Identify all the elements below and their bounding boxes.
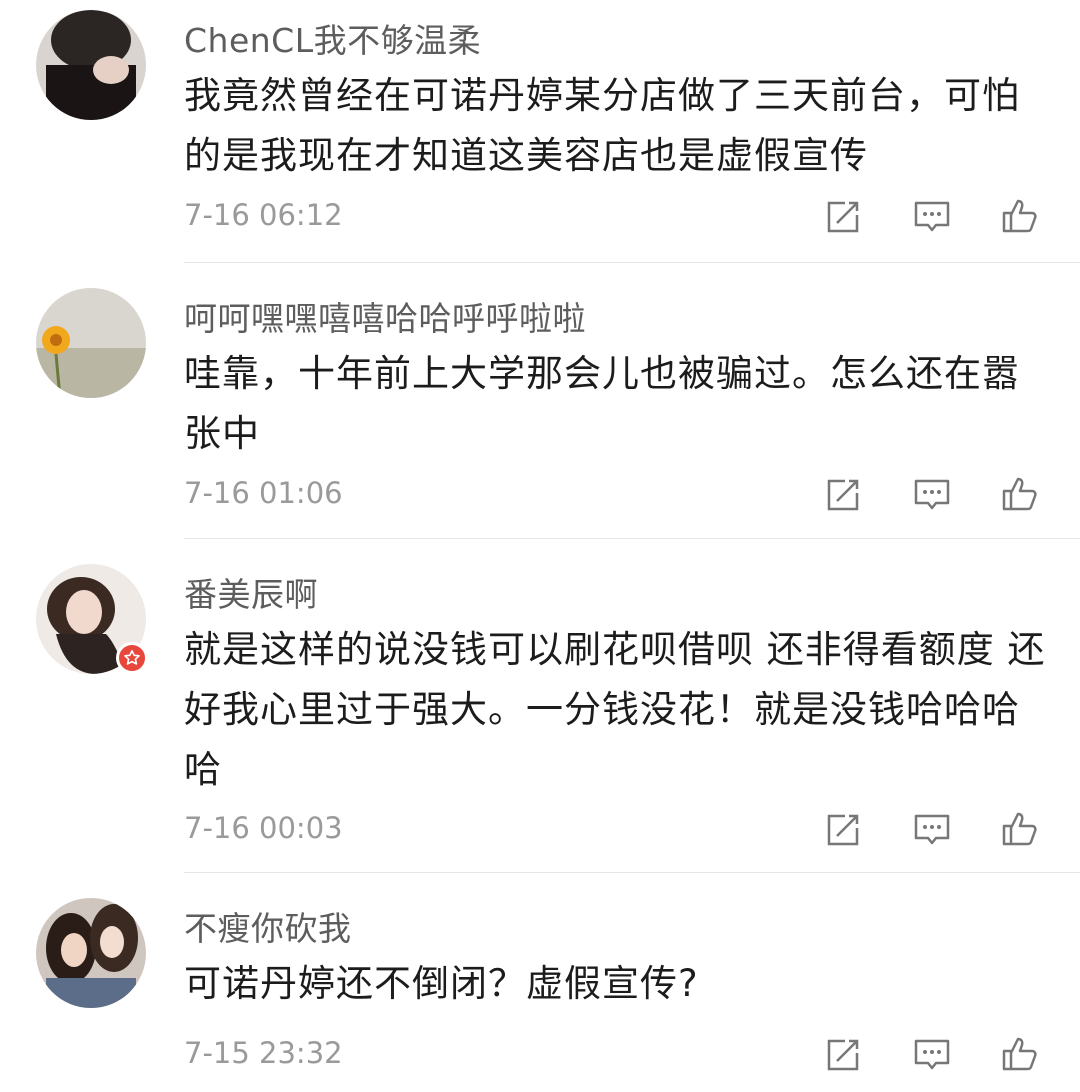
divider — [184, 872, 1080, 873]
username[interactable]: 不瘦你砍我 — [184, 902, 352, 950]
timestamp: 7-16 06:12 — [184, 198, 343, 232]
thumbs-up-icon[interactable] — [1000, 808, 1040, 848]
star-badge-icon — [116, 642, 148, 674]
username[interactable]: ChenCL我不够温柔 — [184, 14, 481, 62]
thumbs-up-icon[interactable] — [1000, 195, 1040, 235]
user-avatar[interactable] — [36, 10, 146, 120]
user-avatar[interactable] — [36, 898, 146, 1008]
user-avatar[interactable] — [36, 288, 146, 398]
comment-text: 就是这样的说没钱可以刷花呗借呗 还非得看额度 还好我心里过于强大。一分钱没花！就… — [184, 628, 1046, 791]
comment-text: 哇靠，十年前上大学那会儿也被骗过。怎么还在嚣张中 — [184, 352, 1020, 455]
username[interactable]: 呵呵嘿嘿嘻嘻哈哈呼呼啦啦 — [184, 292, 586, 340]
comment-icon[interactable] — [912, 810, 952, 850]
timestamp: 7-16 00:03 — [184, 811, 343, 845]
share-edit-icon[interactable] — [823, 197, 863, 237]
comment-icon[interactable] — [912, 197, 952, 237]
comment-text: 我竟然曾经在可诺丹婷某分店做了三天前台，可怕的是我现在才知道这美容店也是虚假宣传 — [184, 74, 1020, 177]
comment-text: 可诺丹婷还不倒闭？虚假宣传? — [184, 962, 699, 1005]
comment-icon[interactable] — [912, 1035, 952, 1075]
username[interactable]: 番美辰啊 — [184, 568, 318, 616]
divider — [184, 262, 1080, 263]
thumbs-up-icon[interactable] — [1000, 1033, 1040, 1073]
share-edit-icon[interactable] — [823, 810, 863, 850]
comment-icon[interactable] — [912, 475, 952, 515]
divider — [184, 538, 1080, 539]
share-edit-icon[interactable] — [823, 1035, 863, 1075]
share-edit-icon[interactable] — [823, 475, 863, 515]
thumbs-up-icon[interactable] — [1000, 473, 1040, 513]
timestamp: 7-15 23:32 — [184, 1036, 343, 1070]
timestamp: 7-16 01:06 — [184, 476, 343, 510]
